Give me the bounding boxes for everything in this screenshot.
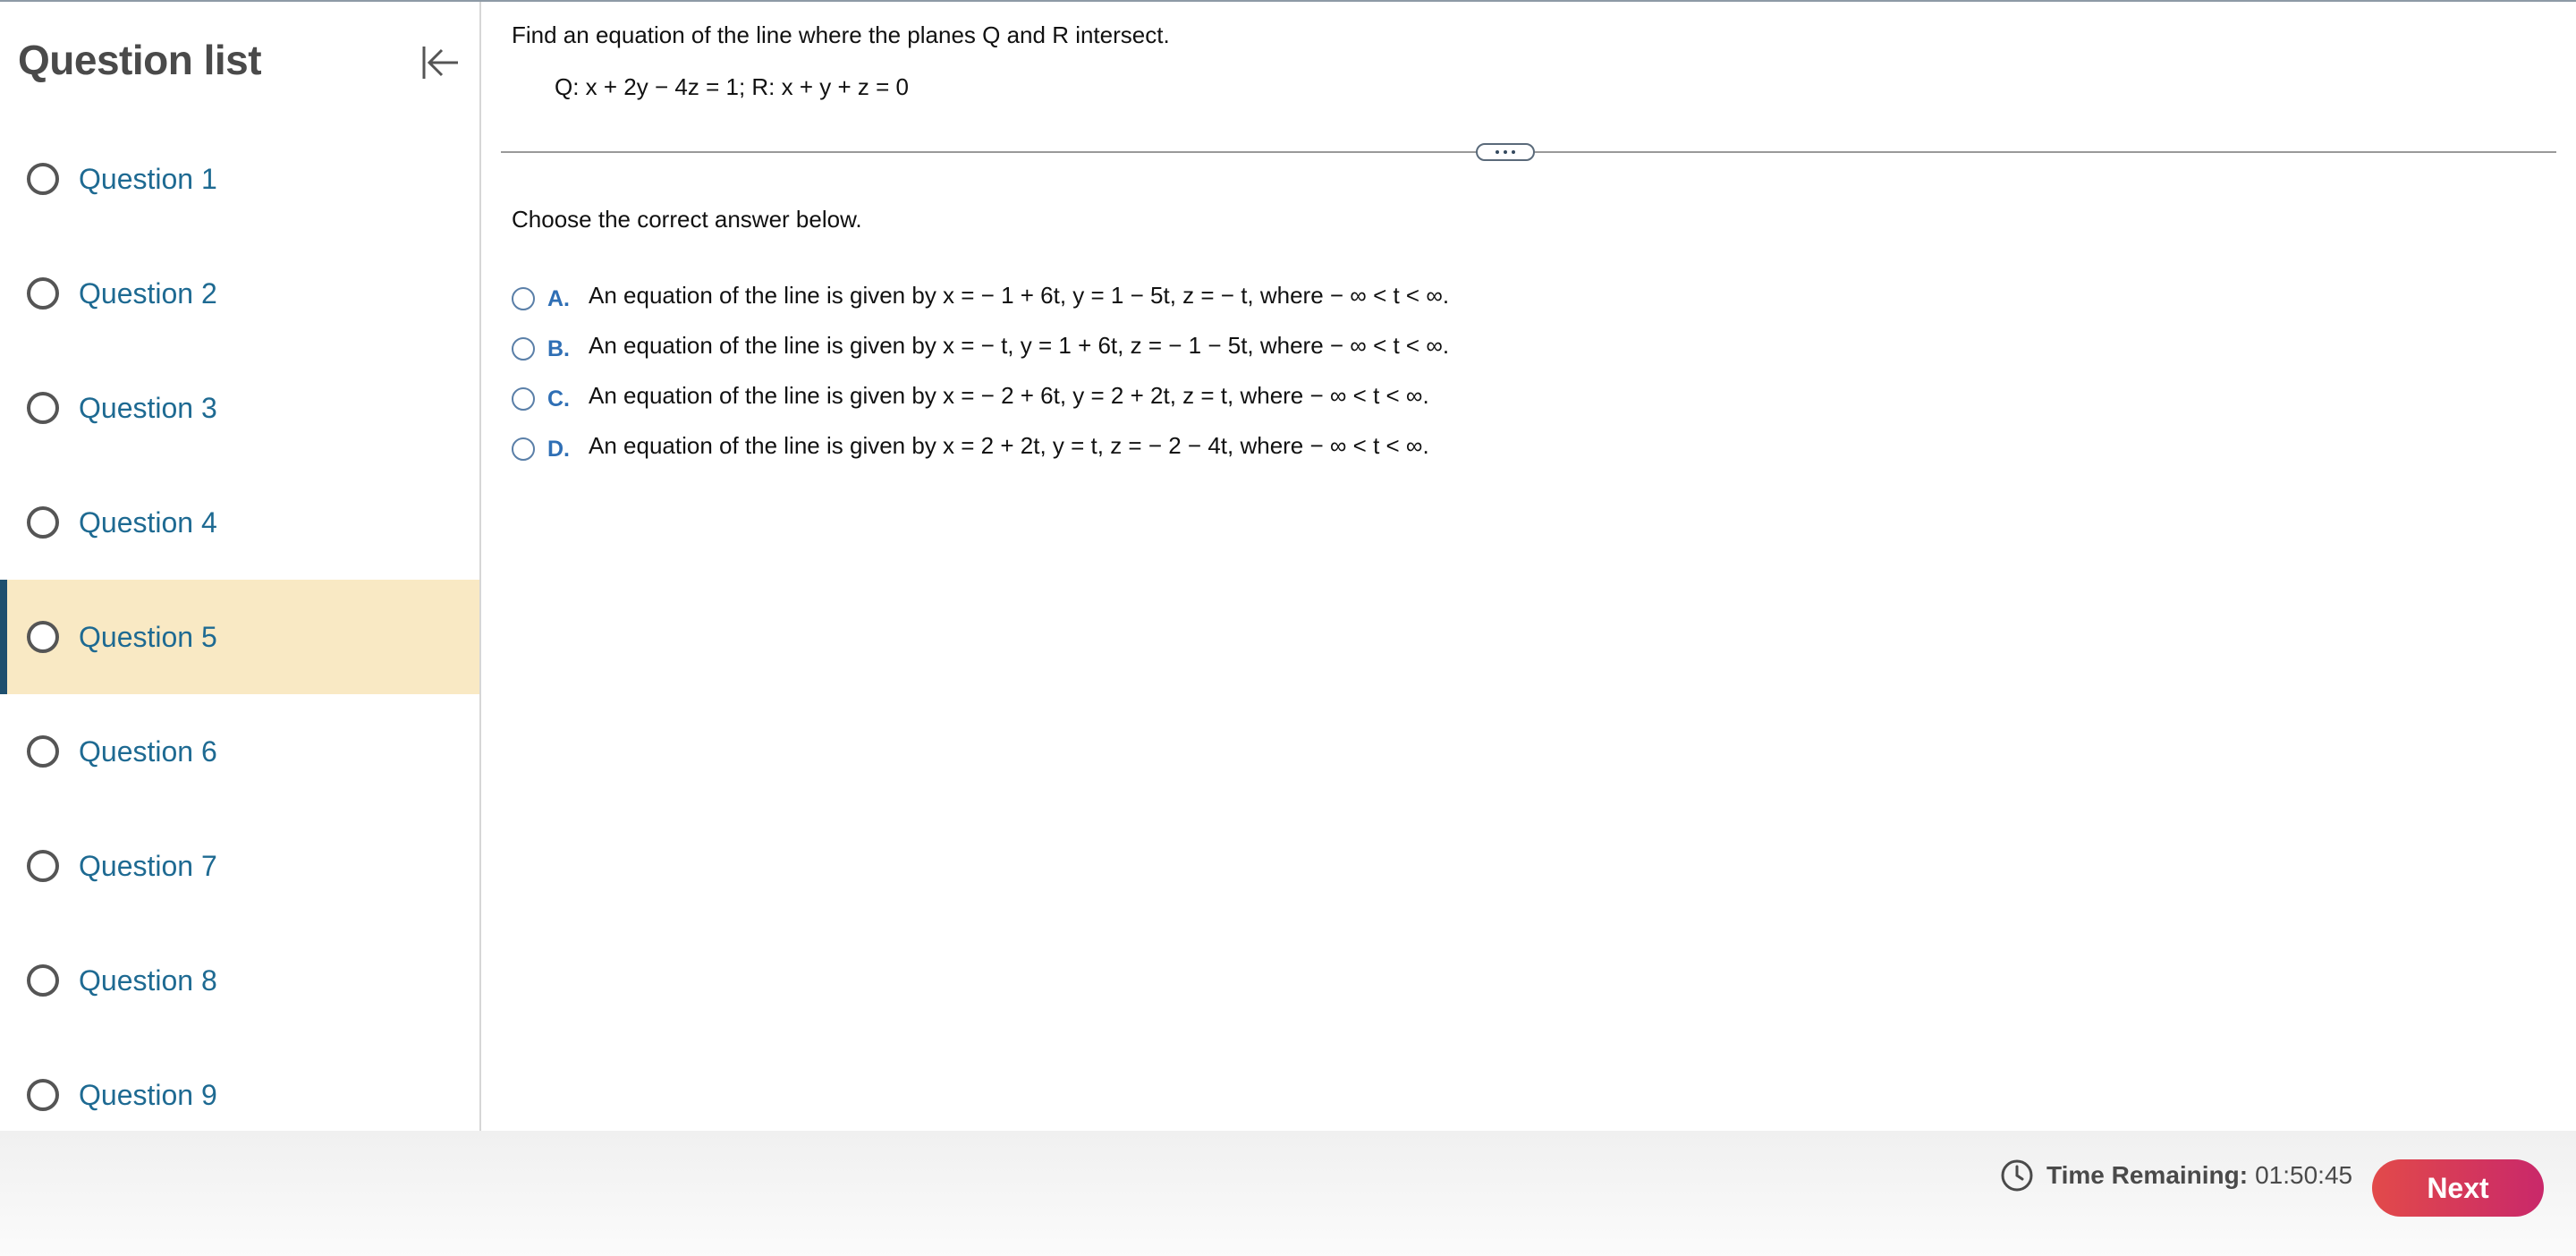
question-panel: Find an equation of the line where the p… <box>483 2 2576 1131</box>
choice-b[interactable]: B. An equation of the line is given by x… <box>512 320 1449 370</box>
question-item-label: Question 5 <box>79 620 217 653</box>
question-item-label: Question 6 <box>79 734 217 768</box>
question-prompt: Find an equation of the line where the p… <box>512 21 1170 48</box>
choice-c[interactable]: C. An equation of the line is given by x… <box>512 370 1449 420</box>
choice-radio[interactable] <box>512 437 535 461</box>
answer-choices: A. An equation of the line is given by x… <box>512 270 1449 471</box>
choice-d[interactable]: D. An equation of the line is given by x… <box>512 420 1449 471</box>
question-equation: Q: x + 2y − 4z = 1; R: x + y + z = 0 <box>555 73 909 100</box>
question-item-8[interactable]: Question 8 <box>0 923 479 1038</box>
choice-radio[interactable] <box>512 387 535 411</box>
question-status-icon <box>27 277 59 310</box>
choice-text: An equation of the line is given by x = … <box>589 281 1450 309</box>
question-item-1[interactable]: Question 1 <box>0 122 479 236</box>
next-button[interactable]: Next <box>2372 1159 2544 1217</box>
choice-text: An equation of the line is given by x = … <box>589 331 1450 359</box>
choice-text: An equation of the line is given by x = … <box>589 431 1429 459</box>
question-status-icon <box>27 163 59 195</box>
choice-radio[interactable] <box>512 337 535 361</box>
pane-resize-handle[interactable] <box>1476 143 1535 161</box>
sidebar-header: Question list <box>0 2 479 122</box>
choice-letter: A. <box>547 285 570 311</box>
question-item-label: Question 1 <box>79 162 217 195</box>
footer-bar: Time Remaining: 01:50:45 Next <box>0 1131 2576 1256</box>
question-item-label: Question 8 <box>79 963 217 997</box>
timer-value: 01:50:45 <box>2255 1161 2353 1189</box>
question-status-icon <box>27 1079 59 1111</box>
app-window: Question list Question 1 Question 2 Ques… <box>0 0 2576 1256</box>
collapse-sidebar-button[interactable] <box>415 38 465 88</box>
sidebar-title: Question list <box>18 37 262 83</box>
question-status-icon <box>27 964 59 997</box>
question-item-label: Question 4 <box>79 505 217 539</box>
question-item-5[interactable]: Question 5 <box>0 580 479 694</box>
choice-radio[interactable] <box>512 287 535 310</box>
question-item-label: Question 9 <box>79 1078 217 1111</box>
time-remaining: Time Remaining: 01:50:45 <box>2000 1158 2352 1193</box>
question-status-icon <box>27 506 59 539</box>
question-item-label: Question 7 <box>79 849 217 882</box>
question-status-icon <box>27 621 59 653</box>
question-item-7[interactable]: Question 7 <box>0 809 479 923</box>
question-item-9[interactable]: Question 9 <box>0 1038 479 1131</box>
choice-text: An equation of the line is given by x = … <box>589 381 1429 409</box>
handle-dot <box>1496 150 1499 154</box>
question-item-6[interactable]: Question 6 <box>0 694 479 809</box>
question-status-icon <box>27 735 59 768</box>
question-list-sidebar: Question list Question 1 Question 2 Ques… <box>0 2 481 1131</box>
clock-icon <box>2001 1159 2033 1192</box>
question-item-2[interactable]: Question 2 <box>0 236 479 351</box>
question-status-icon <box>27 850 59 882</box>
handle-dot <box>1512 150 1515 154</box>
collapse-left-icon <box>422 47 458 79</box>
question-item-label: Question 3 <box>79 391 217 424</box>
question-item-label: Question 2 <box>79 276 217 310</box>
choice-letter: D. <box>547 436 570 462</box>
timer-label: Time Remaining: <box>2046 1161 2249 1189</box>
choice-letter: C. <box>547 386 570 412</box>
question-list: Question 1 Question 2 Question 3 Questio… <box>0 122 479 1131</box>
choice-a[interactable]: A. An equation of the line is given by x… <box>512 270 1449 320</box>
question-status-icon <box>27 392 59 424</box>
handle-dot <box>1504 150 1507 154</box>
choice-letter: B. <box>547 335 570 361</box>
question-item-3[interactable]: Question 3 <box>0 351 479 465</box>
question-item-4[interactable]: Question 4 <box>0 465 479 580</box>
answer-instruction: Choose the correct answer below. <box>512 206 862 233</box>
